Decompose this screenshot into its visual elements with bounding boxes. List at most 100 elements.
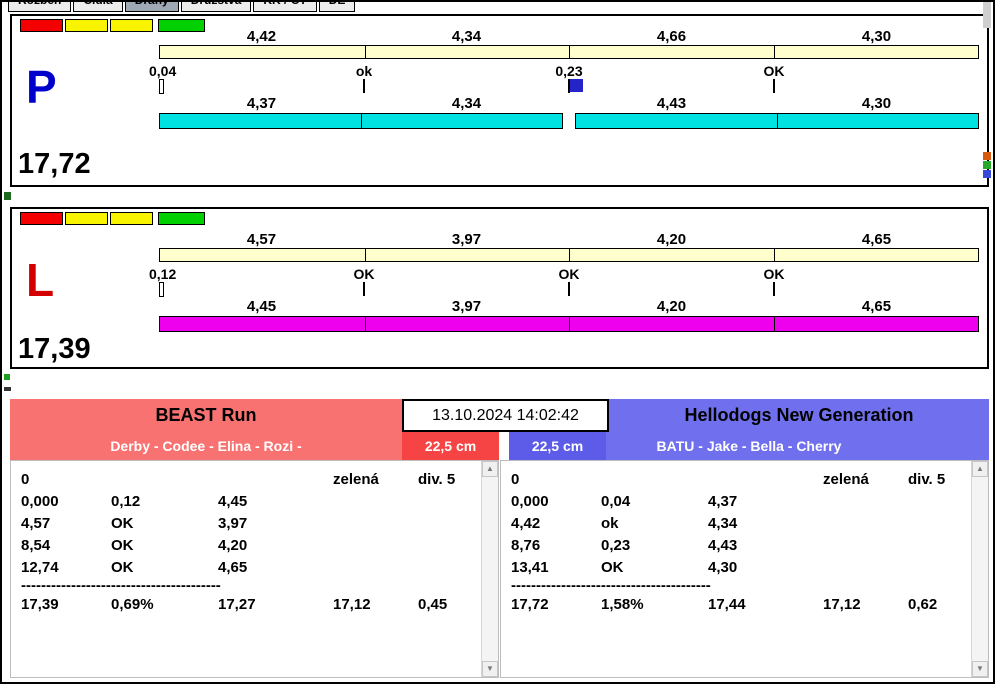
green-light: [158, 212, 205, 225]
cell: div. 5: [908, 471, 946, 488]
team-subheader-row: Derby - Codee - Elina - Rozi - 22,5 cm 2…: [10, 432, 989, 460]
cell: 8,76: [511, 537, 541, 554]
tab-druzstva[interactable]: Družstva: [180, 2, 252, 12]
table-row: 12,74 OK 4,65: [21, 557, 474, 579]
scrollbar[interactable]: ▲ ▼: [481, 461, 498, 677]
lane-panel-p: P 17,72 4,42 4,34 4,66 4,30 0,04 ok 0,23…: [10, 14, 989, 187]
cell: 17,39: [21, 596, 59, 613]
change-mark: 0,23: [555, 63, 583, 79]
cell: 0,04: [601, 493, 631, 510]
scrollbar[interactable]: ▲ ▼: [971, 461, 988, 677]
cell: 1,58%: [601, 596, 644, 613]
team-title: BEAST Run: [155, 405, 257, 425]
cell: zelená: [333, 471, 379, 488]
lane-letter-l: L: [26, 254, 55, 306]
red-light: [20, 212, 63, 225]
table-row: 4,42 ok 4,34: [511, 513, 964, 535]
tab-drahy[interactable]: Dráhy: [124, 2, 179, 12]
cell: 0,000: [511, 493, 549, 510]
team-title: Hellodogs New Generation: [684, 405, 914, 425]
split-time: 4,43: [656, 95, 687, 112]
dogs-list: Derby - Codee - Elina - Rozi -: [110, 438, 302, 454]
split-time: 3,97: [451, 298, 482, 315]
change-marks-l: 0,12 OK OK OK: [149, 266, 979, 282]
split-time: 4,37: [246, 95, 277, 112]
cell: 0,000: [21, 493, 59, 510]
change-mark: ok: [355, 63, 373, 79]
cell: 13,41: [511, 559, 549, 576]
table-header-row: 0 zelená div. 5: [511, 469, 964, 491]
cell: 4,65: [218, 559, 248, 576]
tick-mark: [363, 79, 365, 93]
window-artifact: [4, 387, 11, 391]
cell: OK: [111, 537, 134, 554]
tab-bar: Rozbeh Čidla Dráhy Družstva KK / ČT DE: [8, 2, 356, 12]
tab-label: Dráhy: [135, 2, 169, 7]
split-time: 4,30: [861, 95, 892, 112]
tab-kk-ct[interactable]: KK / ČT: [253, 2, 317, 12]
cell: 0,69%: [111, 596, 154, 613]
cell: 4,42: [511, 515, 541, 532]
totals-row: 17,39 0,69% 17,27 17,12 0,45: [21, 594, 474, 616]
red-light: [20, 19, 63, 32]
tab-rozbeh[interactable]: Rozbeh: [8, 2, 72, 12]
window-artifact: [983, 161, 991, 169]
scroll-down-icon[interactable]: ▼: [482, 661, 498, 677]
yellow-light-1: [65, 212, 108, 225]
results-table-right[interactable]: 0 zelená div. 5 0,000 0,04 4,37 4,42 ok …: [500, 460, 989, 678]
split-time: 4,65: [861, 231, 892, 248]
start-marker: [159, 79, 164, 94]
scale-bar-l: [159, 248, 979, 262]
change-mark: 0,12: [149, 266, 177, 282]
scroll-up-icon[interactable]: ▲: [972, 461, 988, 477]
divider: [499, 432, 509, 460]
change-mark: 0,04: [149, 63, 177, 79]
bar-divider: [364, 249, 366, 261]
team-name-left: BEAST Run: [10, 399, 402, 432]
tick-mark: [363, 282, 365, 296]
split-time: 4,34: [451, 28, 482, 45]
bar-divider: [569, 46, 570, 58]
timing-app-window: Rozbeh Čidla Dráhy Družstva KK / ČT DE P…: [0, 0, 995, 684]
cell: 17,12: [823, 596, 861, 613]
tab-label: Rozbeh: [18, 2, 61, 7]
bar-divider: [361, 114, 362, 128]
tick-mark: [773, 282, 775, 296]
tab-label: DE: [329, 2, 346, 7]
separator-line: ----------------------------------------: [511, 579, 711, 594]
split-time: 4,20: [656, 231, 687, 248]
table-header-row: 0 zelená div. 5: [21, 469, 474, 491]
change-marks-p: 0,04 ok 0,23 OK: [149, 63, 979, 79]
split-time: 4,34: [451, 95, 482, 112]
cell: 4,43: [708, 537, 738, 554]
split-time: 4,20: [656, 298, 687, 315]
cell: 0,23: [601, 537, 631, 554]
table-row: 0,000 0,04 4,37: [511, 491, 964, 513]
cell: 4,45: [218, 493, 248, 510]
bar-divider: [569, 317, 570, 331]
team-name-right: Hellodogs New Generation: [609, 399, 989, 432]
run-bar-l: [159, 316, 979, 332]
cell: 4,57: [21, 515, 51, 532]
results-table-left[interactable]: 0 zelená div. 5 0,000 0,12 4,45 4,57 OK …: [10, 460, 499, 678]
scroll-up-icon[interactable]: ▲: [482, 461, 498, 477]
run-bar-p: [159, 113, 979, 129]
yellow-light-2: [110, 212, 153, 225]
window-artifact: [4, 374, 10, 380]
cell: 3,97: [218, 515, 248, 532]
table-row: 8,76 0,23 4,43: [511, 535, 964, 557]
totals-row: 17,72 1,58% 17,44 17,12 0,62: [511, 594, 964, 616]
cell: 4,37: [708, 493, 738, 510]
window-artifact: [983, 170, 991, 178]
split-times-top-l: 4,57 3,97 4,20 4,65: [159, 231, 979, 248]
cell: 17,72: [511, 596, 549, 613]
tab-label: Čidla: [83, 2, 112, 7]
scroll-down-icon[interactable]: ▼: [972, 661, 988, 677]
cell: div. 5: [418, 471, 456, 488]
bar-divider: [569, 249, 570, 261]
run-bar-segment: [159, 113, 563, 129]
cell: 17,12: [333, 596, 371, 613]
tab-cidla[interactable]: Čidla: [73, 2, 123, 12]
cell: 4,34: [708, 515, 738, 532]
tab-de[interactable]: DE: [318, 2, 356, 12]
